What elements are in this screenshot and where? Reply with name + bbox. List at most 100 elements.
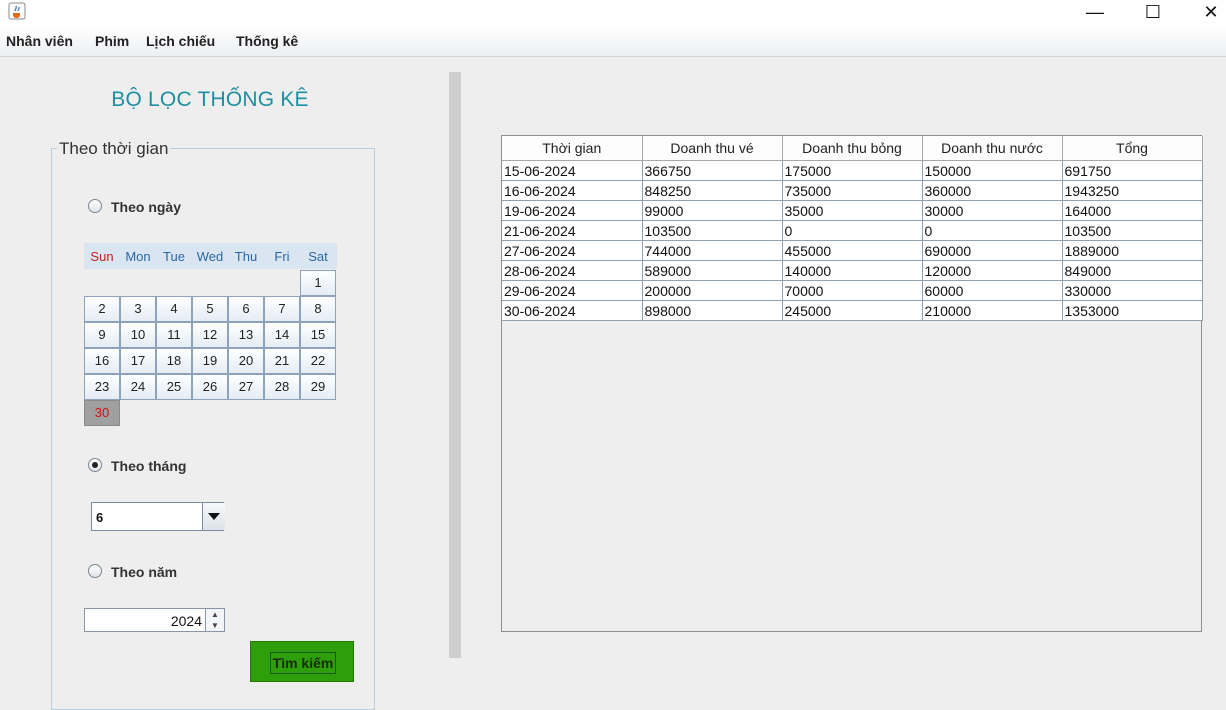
table-cell: 1943250: [1062, 180, 1203, 201]
table-cell: 849000: [1062, 260, 1203, 281]
close-icon: ✕: [1203, 1, 1219, 22]
spinner-down-icon[interactable]: ▼: [206, 620, 224, 631]
calendar-day[interactable]: 27: [228, 374, 264, 400]
year-value: 2024: [170, 613, 202, 629]
menu-lich-chieu[interactable]: Lịch chiếu: [146, 33, 215, 49]
calendar-day[interactable]: 16: [84, 348, 120, 374]
table-cell: 164000: [1062, 200, 1203, 221]
column-header-tong[interactable]: Tổng: [1062, 136, 1203, 161]
menu-bar: Nhân viên Phim Lịch chiếu Thống kê: [0, 28, 1226, 57]
month-combobox[interactable]: 6: [91, 502, 225, 531]
table-row[interactable]: 16-06-2024 848250 735000 360000 1943250: [502, 180, 1203, 201]
minimize-button[interactable]: —: [1072, 0, 1118, 24]
table-cell: 99000: [642, 200, 783, 221]
calendar-day[interactable]: 18: [156, 348, 192, 374]
calendar-day[interactable]: 3: [120, 296, 156, 322]
by-day-radio[interactable]: [88, 199, 102, 213]
calendar-day[interactable]: 14: [264, 322, 300, 348]
revenue-table-scrollpane: Thời gian Doanh thu vé Doanh thu bỏng Do…: [501, 135, 1203, 632]
calendar-day[interactable]: 4: [156, 296, 192, 322]
table-row[interactable]: 19-06-2024 99000 35000 30000 164000: [502, 200, 1203, 221]
table-cell: 28-06-2024: [502, 260, 643, 281]
calendar-day[interactable]: 11: [156, 322, 192, 348]
close-button[interactable]: ✕: [1188, 0, 1226, 24]
spinner-up-icon[interactable]: ▲: [206, 609, 224, 620]
menu-nhan-vien[interactable]: Nhân viên: [6, 33, 73, 49]
table-cell: 360000: [922, 180, 1063, 201]
calendar-day[interactable]: 12: [192, 322, 228, 348]
table-row[interactable]: 15-06-2024 366750 175000 150000 691750: [502, 160, 1203, 181]
year-spinner[interactable]: 2024 ▲ ▼: [84, 608, 225, 632]
table-cell: 70000: [782, 280, 923, 301]
table-cell: 1889000: [1062, 240, 1203, 261]
table-cell: 245000: [782, 300, 923, 321]
search-button-label: Tìm kiếm: [270, 652, 336, 674]
table-cell: 16-06-2024: [502, 180, 643, 201]
calendar-day[interactable]: 30: [84, 400, 120, 426]
calendar-day[interactable]: 23: [84, 374, 120, 400]
calendar-day[interactable]: 22: [300, 348, 336, 374]
table-cell: 0: [782, 220, 923, 241]
split-pane-divider[interactable]: [449, 72, 461, 658]
calendar-day[interactable]: 5: [192, 296, 228, 322]
menu-phim[interactable]: Phim: [95, 33, 129, 49]
table-row[interactable]: 21-06-2024 103500 0 0 103500: [502, 220, 1203, 241]
table-cell: 455000: [782, 240, 923, 261]
calendar-day[interactable]: 10: [120, 322, 156, 348]
month-dropdown-button[interactable]: [202, 503, 225, 530]
maximize-button[interactable]: ☐: [1130, 0, 1176, 24]
column-header-doanh-thu-ve[interactable]: Doanh thu vé: [642, 136, 783, 161]
calendar-dow-sun: Sun: [90, 249, 114, 264]
table-cell: 15-06-2024: [502, 160, 643, 181]
by-month-label: Theo tháng: [111, 458, 187, 474]
calendar-header: Sun Mon Tue Wed Thu Fri Sat: [84, 243, 337, 269]
table-cell: 140000: [782, 260, 923, 281]
calendar-day[interactable]: 15: [300, 322, 336, 348]
calendar-day[interactable]: 20: [228, 348, 264, 374]
table-cell: 200000: [642, 280, 783, 301]
month-value: 6: [96, 510, 104, 525]
calendar-day[interactable]: 24: [120, 374, 156, 400]
table-row[interactable]: 28-06-2024 589000 140000 120000 849000: [502, 260, 1203, 281]
menu-thong-ke[interactable]: Thống kê: [236, 33, 298, 49]
table-row[interactable]: 30-06-2024 898000 245000 210000 1353000: [502, 300, 1203, 321]
calendar-dow-tue: Tue: [163, 249, 185, 264]
table-cell: 29-06-2024: [502, 280, 643, 301]
chevron-down-icon: [208, 513, 220, 520]
column-header-doanh-thu-bong[interactable]: Doanh thu bỏng: [782, 136, 923, 161]
table-cell: 744000: [642, 240, 783, 261]
column-header-doanh-thu-nuoc[interactable]: Doanh thu nước: [922, 136, 1063, 161]
table-cell: 330000: [1062, 280, 1203, 301]
year-spinner-buttons: ▲ ▼: [205, 609, 224, 631]
calendar-day[interactable]: 17: [120, 348, 156, 374]
calendar-dow-sat: Sat: [308, 249, 328, 264]
by-month-radio[interactable]: [88, 458, 102, 472]
calendar-day[interactable]: 6: [228, 296, 264, 322]
filter-title: BỘ LỌC THỐNG KÊ: [111, 88, 309, 111]
calendar-dow-wed: Wed: [196, 249, 224, 264]
search-button[interactable]: Tìm kiếm: [250, 641, 354, 682]
calendar-day[interactable]: 8: [300, 296, 336, 322]
minimize-icon: —: [1086, 1, 1104, 22]
calendar-day[interactable]: 25: [156, 374, 192, 400]
calendar-day[interactable]: 13: [228, 322, 264, 348]
calendar-day[interactable]: 21: [264, 348, 300, 374]
calendar-day[interactable]: 19: [192, 348, 228, 374]
calendar-day[interactable]: 28: [264, 374, 300, 400]
by-year-radio[interactable]: [88, 564, 102, 578]
table-row[interactable]: 29-06-2024 200000 70000 60000 330000: [502, 280, 1203, 301]
by-day-label: Theo ngày: [111, 199, 182, 215]
table-cell: 1353000: [1062, 300, 1203, 321]
table-cell: 103500: [1062, 220, 1203, 241]
title-bar: — ☐ ✕: [0, 0, 1226, 28]
calendar-day[interactable]: 7: [264, 296, 300, 322]
calendar-day[interactable]: 26: [192, 374, 228, 400]
table-row[interactable]: 27-06-2024 744000 455000 690000 1889000: [502, 240, 1203, 261]
calendar-day[interactable]: 9: [84, 322, 120, 348]
calendar-day[interactable]: 29: [300, 374, 336, 400]
calendar-day[interactable]: 1: [300, 270, 336, 296]
table-cell: 0: [922, 220, 1063, 241]
table-cell: 19-06-2024: [502, 200, 643, 221]
calendar-day[interactable]: 2: [84, 296, 120, 322]
column-header-thoi-gian[interactable]: Thời gian: [502, 136, 643, 161]
